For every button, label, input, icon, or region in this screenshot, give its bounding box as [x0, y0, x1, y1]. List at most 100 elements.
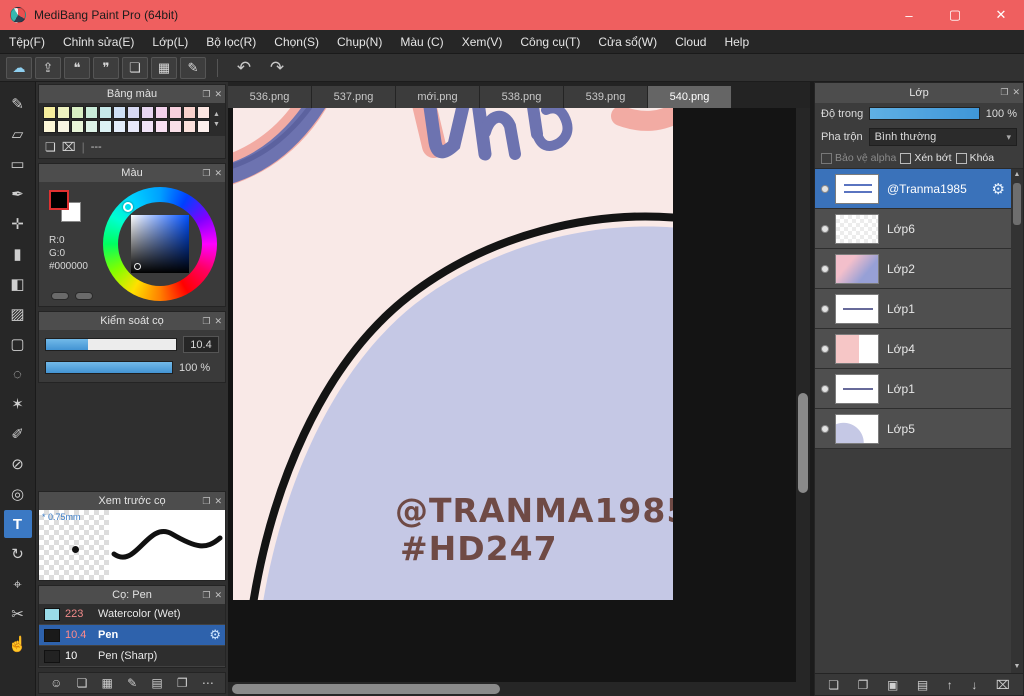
tool-hand[interactable]: ☝ [4, 630, 32, 658]
tool-magic-wand[interactable]: ✶ [4, 390, 32, 418]
menu-tools[interactable]: Công cụ(T) [511, 30, 589, 54]
menu-color[interactable]: Màu (C) [391, 30, 452, 54]
close-icon[interactable]: ✕ [214, 89, 222, 100]
tool-shape-fill[interactable]: ▮ [4, 240, 32, 268]
layer-opacity-slider[interactable] [869, 107, 980, 120]
tab-moi[interactable]: mới.png [396, 86, 480, 108]
canvas-artwork[interactable]: @TRANMA1985 #HD247 [233, 108, 673, 600]
palette-swatch[interactable] [99, 120, 112, 133]
tool-brush[interactable]: ✎ [4, 90, 32, 118]
color-pill-left[interactable] [51, 292, 69, 300]
brush-opacity-slider[interactable] [45, 361, 173, 374]
saturation-value-square[interactable] [131, 215, 189, 273]
palette-swatch[interactable] [169, 120, 182, 133]
palette-swatch[interactable] [141, 106, 154, 119]
tool-eyedropper[interactable]: ⌖ [4, 570, 32, 598]
menu-cloud[interactable]: Cloud [666, 30, 715, 54]
foreground-color-swatch[interactable] [49, 190, 69, 210]
tool-rotate[interactable]: ↻ [4, 540, 32, 568]
brush-item-pen-sharp[interactable]: 10 Pen (Sharp) [39, 646, 225, 667]
brush-item-pen[interactable]: 10.4 Pen ⚙ [39, 625, 225, 646]
menu-snap[interactable]: Chụp(N) [328, 30, 391, 54]
menu-window[interactable]: Cửa sổ(W) [589, 30, 666, 54]
popout-icon[interactable]: ❐ [202, 496, 210, 507]
close-icon[interactable]: ✕ [1012, 87, 1020, 98]
layers-scrollbar-thumb[interactable] [1013, 183, 1021, 225]
new-swatch-icon[interactable]: ❏ [45, 140, 56, 154]
tool-eraser[interactable]: ▱ [4, 120, 32, 148]
layer-visibility-toggle[interactable] [815, 424, 835, 433]
edit-brush-icon[interactable]: ✎ [127, 676, 137, 690]
layer-row-lop1a[interactable]: Lớp1 [815, 289, 1023, 329]
tool-snap[interactable]: ◎ [4, 480, 32, 508]
brush-settings-gear-icon[interactable]: ⚙ [209, 627, 221, 643]
palette-swatch[interactable] [113, 106, 126, 119]
document-edit-button[interactable]: ✎ [180, 56, 206, 79]
horizontal-scrollbar[interactable] [228, 682, 796, 696]
delete-layer-icon[interactable]: ⌧ [996, 678, 1010, 692]
publish-button[interactable]: ⇪ [35, 56, 61, 79]
close-icon[interactable]: ✕ [214, 590, 222, 601]
menu-file[interactable]: Tệp(F) [0, 30, 54, 54]
palette-swatch[interactable] [197, 106, 210, 119]
new-page-icon[interactable]: ❏ [77, 676, 88, 690]
menu-select[interactable]: Chọn(S) [265, 30, 328, 54]
spin-down-icon[interactable]: ▼ [213, 121, 220, 128]
palette-swatch[interactable] [127, 120, 140, 133]
document-grid-button[interactable]: ▦ [151, 56, 177, 79]
clipping-checkbox[interactable]: Xén bớt [900, 152, 952, 164]
palette-swatch[interactable] [127, 106, 140, 119]
layer-visibility-toggle[interactable] [815, 224, 835, 233]
brush-item-watercolor[interactable]: 223 Watercolor (Wet) [39, 604, 225, 625]
layers-scrollbar[interactable]: ▲ ▼ [1011, 169, 1023, 673]
palette-swatch[interactable] [85, 106, 98, 119]
tool-select-pen[interactable]: ✐ [4, 420, 32, 448]
protect-alpha-checkbox[interactable]: Bảo vệ alpha [821, 152, 896, 164]
brush-size-slider[interactable] [45, 338, 177, 351]
vertical-scrollbar-thumb[interactable] [798, 393, 808, 493]
blend-mode-select[interactable]: Bình thường ▾ [868, 128, 1017, 146]
popout-icon[interactable]: ❐ [202, 590, 210, 601]
close-button[interactable]: ✕ [978, 0, 1024, 30]
popout-icon[interactable]: ❐ [202, 316, 210, 327]
close-icon[interactable]: ✕ [214, 168, 222, 179]
comment-alt-button[interactable]: ❞ [93, 56, 119, 79]
palette-swatch[interactable] [71, 106, 84, 119]
tool-bucket[interactable]: ◧ [4, 270, 32, 298]
palette-swatch[interactable] [169, 106, 182, 119]
undo-button[interactable]: ↶ [229, 57, 259, 79]
layer-row-tranma1985[interactable]: @Tranma1985 ⚙ [815, 169, 1023, 209]
palette-swatch[interactable] [197, 120, 210, 133]
spin-up-icon[interactable]: ▲ [213, 111, 220, 118]
hue-ring[interactable] [103, 187, 217, 301]
add-layer-icon[interactable]: ❏ [828, 678, 839, 692]
layer-visibility-toggle[interactable] [815, 384, 835, 393]
close-icon[interactable]: ✕ [214, 496, 222, 507]
layer-row-lop4[interactable]: Lớp4 [815, 329, 1023, 369]
color-pill-right[interactable] [75, 292, 93, 300]
tool-text[interactable]: T [3, 510, 32, 538]
popout-icon[interactable]: ❐ [1000, 87, 1008, 98]
layer-visibility-toggle[interactable] [815, 344, 835, 353]
layer-row-lop1b[interactable]: Lớp1 [815, 369, 1023, 409]
tool-marquee[interactable]: ▭ [4, 150, 32, 178]
palette-swatch[interactable] [183, 120, 196, 133]
layer-from-canvas-icon[interactable]: ▣ [887, 678, 898, 692]
palette-swatch[interactable] [99, 106, 112, 119]
account-add-icon[interactable]: ☺ [50, 676, 62, 690]
palette-swatch[interactable] [85, 120, 98, 133]
minimize-button[interactable]: – [886, 0, 932, 30]
move-layer-down-icon[interactable]: ↓ [971, 678, 977, 692]
tool-lasso[interactable]: ◌ [4, 360, 32, 388]
canvas-viewport[interactable]: @TRANMA1985 #HD247 [228, 108, 810, 696]
cloud-sync-button[interactable]: ☁ [6, 56, 32, 79]
tab-536[interactable]: 536.png [228, 86, 312, 108]
tool-select-eraser[interactable]: ⊘ [4, 450, 32, 478]
layer-gear-icon[interactable]: ⚙ [992, 180, 1005, 198]
tool-move[interactable]: ✛ [4, 210, 32, 238]
palette-swatch[interactable] [141, 120, 154, 133]
tool-select-rect[interactable]: ▢ [4, 330, 32, 358]
duplicate-layer-icon[interactable]: ❐ [858, 678, 869, 692]
horizontal-scrollbar-thumb[interactable] [232, 684, 500, 694]
close-icon[interactable]: ✕ [214, 316, 222, 327]
